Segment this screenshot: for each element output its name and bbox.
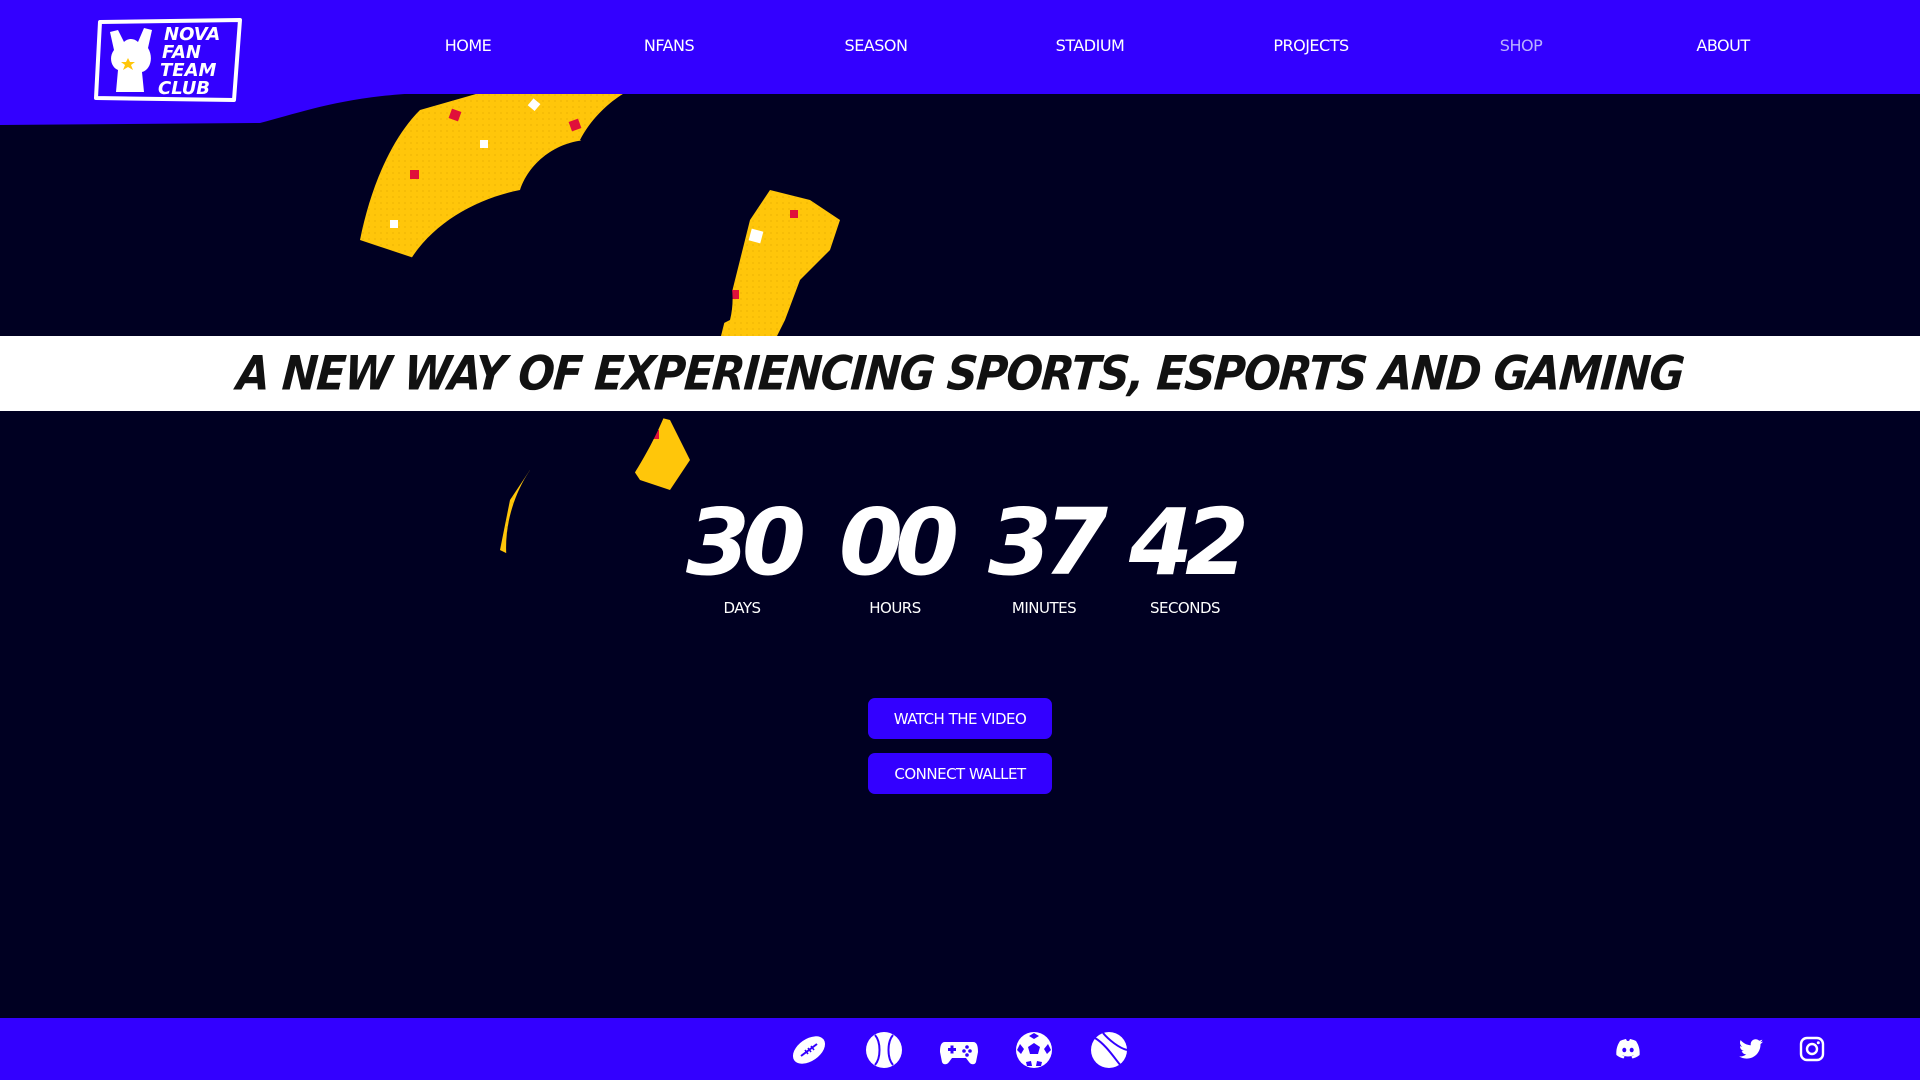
tennis-ball-icon[interactable] [1089,1030,1129,1070]
nav-stadium[interactable]: STADIUM [1056,36,1125,55]
baseball-icon[interactable] [864,1030,904,1070]
tagline-banner: A NEW WAY OF EXPERIENCING SPORTS, ESPORT… [0,336,1920,411]
seconds-value: 42 [1128,489,1249,596]
hours-label: HOURS [869,599,921,617]
countdown-timer: 30 DAYS 00 HOURS 37 MINUTES 42 SECONDS [0,495,1920,625]
minutes-value: 37 [987,489,1108,596]
countdown-seconds: 42 SECONDS [1128,489,1249,618]
instagram-icon[interactable] [1798,1035,1826,1063]
nav-nfans[interactable]: NFANS [644,36,695,55]
soccer-ball-icon[interactable] [1014,1030,1054,1070]
nav-home[interactable]: HOME [445,36,492,55]
footer-bar [0,1018,1920,1080]
discord-icon[interactable] [1614,1035,1642,1063]
tagline: A NEW WAY OF EXPERIENCING SPORTS, ESPORT… [234,346,1686,401]
seconds-label: SECONDS [1149,599,1221,617]
nav-about[interactable]: ABOUT [1696,36,1750,55]
american-football-icon[interactable] [789,1030,829,1070]
minutes-label: MINUTES [1011,599,1077,617]
nav-season[interactable]: SEASON [845,36,908,55]
countdown-days: 30 DAYS [685,489,806,618]
nav-projects[interactable]: PROJECTS [1273,36,1349,55]
days-value: 30 [685,489,806,596]
countdown-minutes: 37 MINUTES [987,489,1108,618]
connect-wallet-button[interactable]: CONNECT WALLET [868,753,1052,794]
days-label: DAYS [723,599,761,617]
countdown-hours: 00 HOURS [838,489,959,618]
watch-video-button[interactable]: WATCH THE VIDEO [868,698,1052,739]
twitter-icon[interactable] [1737,1035,1765,1063]
nav-shop[interactable]: SHOP [1500,36,1543,55]
header-curve [0,93,1920,125]
hours-value: 00 [838,489,959,596]
page: NOVA FAN TEAM CLUB HOME NFANS SEASON STA… [0,0,1920,1080]
main-nav: HOME NFANS SEASON STADIUM PROJECTS SHOP … [0,0,1920,94]
gamepad-icon[interactable] [939,1030,979,1070]
